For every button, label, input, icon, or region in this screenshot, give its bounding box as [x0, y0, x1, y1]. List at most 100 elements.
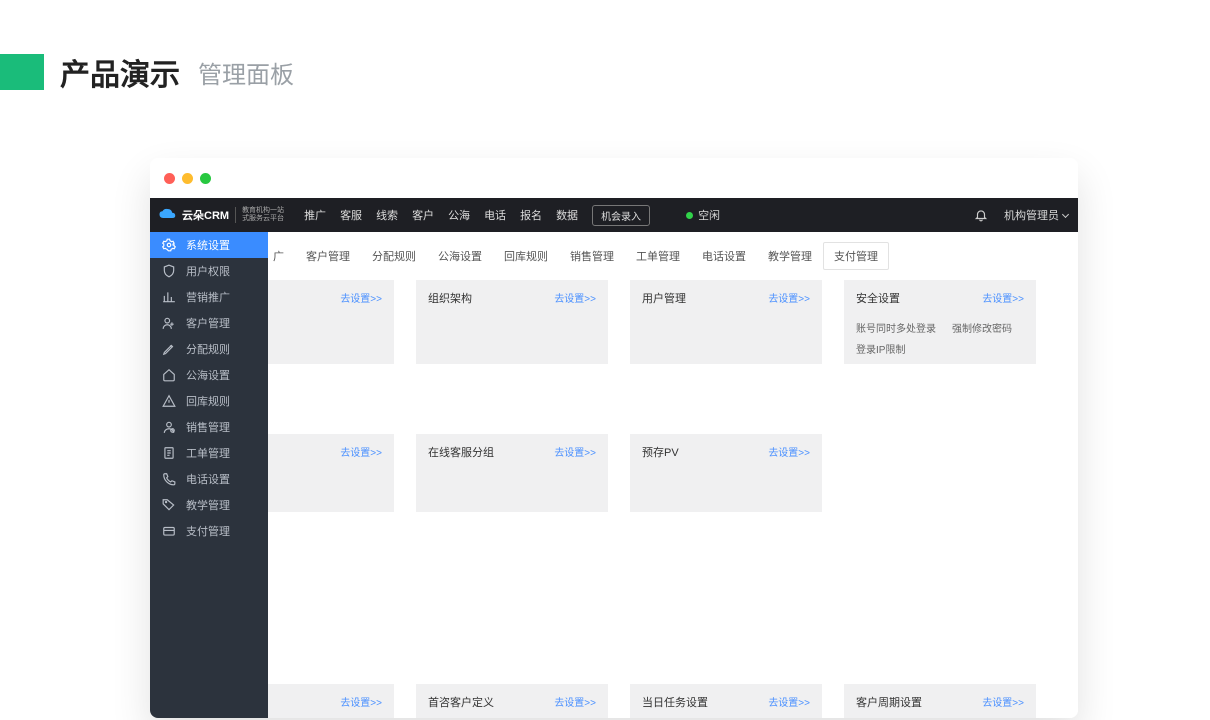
topnav-item[interactable]: 数据 — [556, 207, 578, 223]
topnav-item[interactable]: 报名 — [520, 207, 542, 223]
sub-tab[interactable]: 工单管理 — [625, 242, 691, 270]
card-title: 预存PV — [642, 444, 679, 460]
sidebar-item-label: 分配规则 — [186, 341, 230, 357]
logo-brand-zh: 云朵 — [182, 210, 204, 222]
sidebar-item[interactable]: 支付管理 — [150, 518, 268, 544]
card-settings-link[interactable]: 去设置>> — [982, 290, 1024, 305]
sidebar-item-label: 客户管理 — [186, 315, 230, 331]
accent-block — [0, 54, 44, 90]
sidebar-item-label: 公海设置 — [186, 367, 230, 383]
bar-icon — [162, 290, 176, 304]
sidebar-item[interactable]: 用户权限 — [150, 258, 268, 284]
bell-icon[interactable] — [974, 208, 988, 222]
topbar: 云朵CRM 教育机构一站 式服务云平台 推广客服线索客户公海电话报名数据 机会录… — [150, 198, 1078, 232]
sidebar-item[interactable]: 系统设置 — [150, 232, 268, 258]
card-row: 去设置>>组织架构去设置>>用户管理去设置>>安全设置去设置>>账号同时多处登录… — [268, 280, 1078, 364]
sidebar-item-label: 教学管理 — [186, 497, 230, 513]
logo[interactable]: 云朵CRM 教育机构一站 式服务云平台 — [158, 207, 294, 223]
logo-tagline-1: 教育机构一站 — [242, 207, 284, 215]
sub-tab[interactable]: 电话设置 — [691, 242, 757, 270]
sub-tab[interactable]: 客户管理 — [295, 242, 361, 270]
settings-card: 客户周期设置 去设置>> — [844, 684, 1036, 718]
card-sub-item[interactable]: 账号同时多处登录 — [856, 320, 936, 335]
topnav-item[interactable]: 推广 — [304, 207, 326, 223]
sub-tab[interactable]: 教学管理 — [757, 242, 823, 270]
sidebar-item[interactable]: 电话设置 — [150, 466, 268, 492]
minimize-dot[interactable] — [182, 173, 193, 184]
sub-tab[interactable]: 回库规则 — [493, 242, 559, 270]
card-title: 首咨客户定义 — [428, 694, 494, 710]
sidebar-item-label: 工单管理 — [186, 445, 230, 461]
window-controls — [150, 158, 1078, 198]
slide-title: 产品演示 — [60, 50, 180, 94]
sidebar-item-label: 回库规则 — [186, 393, 230, 409]
settings-card: 安全设置 去设置>> 账号同时多处登录 强制修改密码登录IP限制 — [844, 280, 1036, 364]
edit-icon — [162, 342, 176, 356]
topnav-item[interactable]: 电话 — [484, 207, 506, 223]
content: 广客户管理分配规则公海设置回库规则销售管理工单管理电话设置教学管理支付管理 去设… — [268, 232, 1078, 718]
sidebar-item-label: 销售管理 — [186, 419, 230, 435]
sidebar-item[interactable]: 公海设置 — [150, 362, 268, 388]
settings-card: 当日任务设置 去设置>> — [630, 684, 822, 718]
user-role-dropdown[interactable]: 机构管理员 — [1004, 207, 1068, 223]
sidebar-item[interactable]: 营销推广 — [150, 284, 268, 310]
card-settings-link[interactable]: 去设置>> — [554, 290, 596, 305]
tag-icon — [162, 498, 176, 512]
topnav-item[interactable]: 客户 — [412, 207, 434, 223]
card-sub-item[interactable]: 强制修改密码 — [952, 320, 1012, 335]
card-rows: 去设置>>组织架构去设置>>用户管理去设置>>安全设置去设置>>账号同时多处登录… — [268, 280, 1078, 512]
card-title: 当日任务设置 — [642, 694, 708, 710]
settings-card: 用户管理 去设置>> — [630, 280, 822, 364]
shield-icon — [162, 264, 176, 278]
close-dot[interactable] — [164, 173, 175, 184]
settings-card: 去设置>> — [268, 280, 394, 364]
card-settings-link[interactable]: 去设置>> — [554, 694, 596, 709]
card-settings-link[interactable]: 去设置>> — [768, 290, 810, 305]
card-settings-link[interactable]: 去设置>> — [340, 290, 382, 305]
sidebar-item[interactable]: 销售管理 — [150, 414, 268, 440]
sidebar-item[interactable]: 回库规则 — [150, 388, 268, 414]
card-title: 安全设置 — [856, 290, 900, 306]
card-settings-link[interactable]: 去设置>> — [982, 694, 1024, 709]
card-settings-link[interactable]: 去设置>> — [768, 444, 810, 459]
sidebar-item[interactable]: 教学管理 — [150, 492, 268, 518]
card-sub-item[interactable]: 登录IP限制 — [856, 341, 905, 356]
user-role-label: 机构管理员 — [1004, 207, 1059, 223]
sidebar-item-label: 支付管理 — [186, 523, 230, 539]
sub-tab[interactable]: 支付管理 — [823, 242, 889, 270]
sidebar: 系统设置用户权限营销推广客户管理分配规则公海设置回库规则销售管理工单管理电话设置… — [150, 232, 268, 718]
sub-tab[interactable]: 公海设置 — [427, 242, 493, 270]
card-row: 置去设置>>在线客服分组去设置>>预存PV去设置>> — [268, 434, 1078, 512]
settings-card: 组织架构去设置>> — [416, 280, 608, 364]
record-button[interactable]: 机会录入 — [592, 205, 650, 226]
topnav-item[interactable]: 客服 — [340, 207, 362, 223]
sales-icon — [162, 420, 176, 434]
topnav-item[interactable]: 公海 — [448, 207, 470, 223]
card-settings-link[interactable]: 去设置>> — [340, 694, 382, 709]
topnav-item[interactable]: 线索 — [376, 207, 398, 223]
maximize-dot[interactable] — [200, 173, 211, 184]
settings-card: 则去设置>> — [268, 684, 394, 718]
sidebar-item[interactable]: 工单管理 — [150, 440, 268, 466]
logo-brand-en: CRM — [204, 210, 229, 222]
slide-subtitle: 管理面板 — [198, 55, 294, 90]
sidebar-item-label: 营销推广 — [186, 289, 230, 305]
home-icon — [162, 368, 176, 382]
chevron-down-icon — [1062, 210, 1069, 217]
sidebar-item[interactable]: 客户管理 — [150, 310, 268, 336]
settings-card: 预存PV 去设置>> — [630, 434, 822, 512]
card-settings-link[interactable]: 去设置>> — [768, 694, 810, 709]
person-icon — [162, 316, 176, 330]
sub-tab[interactable]: 销售管理 — [559, 242, 625, 270]
sub-tab[interactable]: 分配规则 — [361, 242, 427, 270]
card-title: 客户周期设置 — [856, 694, 922, 710]
sub-tab[interactable]: 广 — [268, 242, 295, 270]
settings-card: 在线客服分组去设置>> — [416, 434, 608, 512]
card-settings-link[interactable]: 去设置>> — [554, 444, 596, 459]
status-indicator: 空闲 — [686, 207, 720, 223]
app-window: 云朵CRM 教育机构一站 式服务云平台 推广客服线索客户公海电话报名数据 机会录… — [150, 158, 1078, 718]
card-settings-link[interactable]: 去设置>> — [340, 444, 382, 459]
card-title: 用户管理 — [642, 290, 686, 306]
sidebar-item[interactable]: 分配规则 — [150, 336, 268, 362]
phone-icon — [162, 472, 176, 486]
